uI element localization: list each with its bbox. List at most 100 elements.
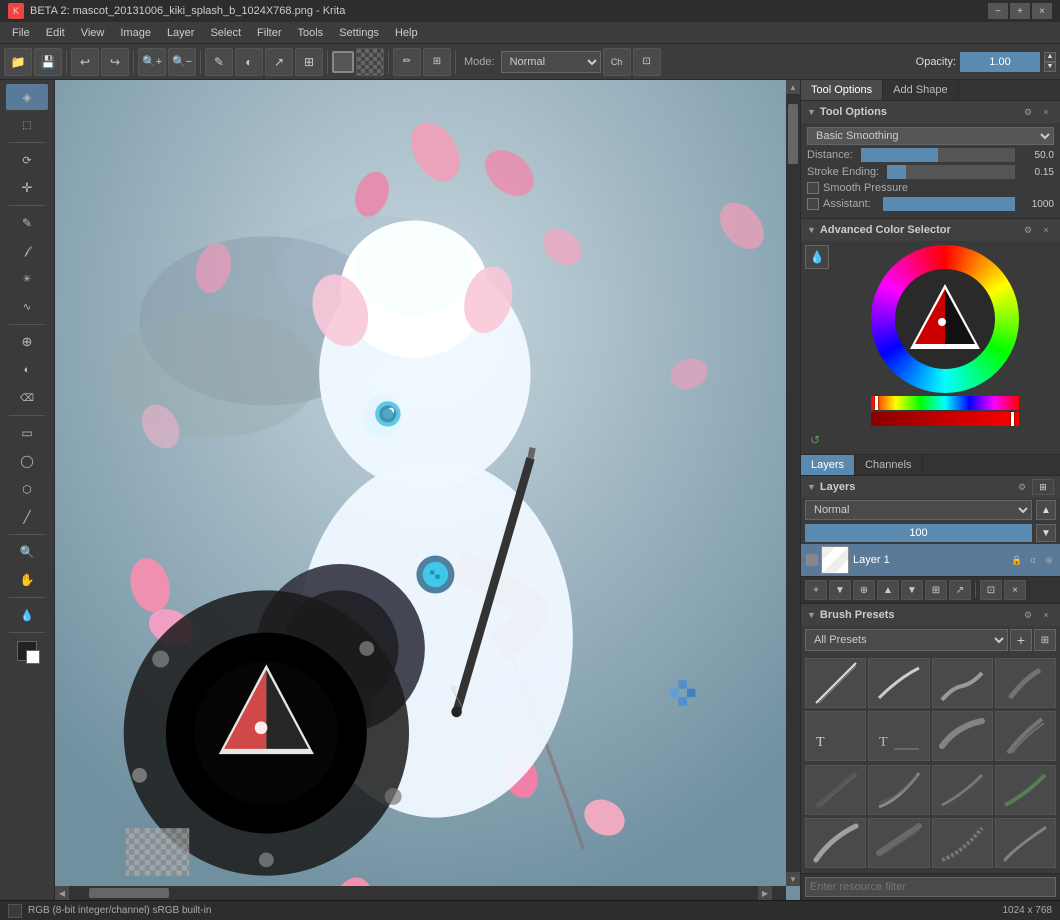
acs-close-btn[interactable]: ×	[1038, 222, 1054, 238]
duplicate-layer-btn[interactable]: ⊕	[853, 580, 875, 600]
assistant-slider[interactable]	[883, 197, 1015, 211]
left-tool-move[interactable]: ✛	[6, 175, 48, 201]
left-tool-rect[interactable]: ▭	[6, 420, 48, 446]
bp-item-15[interactable]	[932, 818, 993, 868]
layer-row[interactable]: Layer 1 🔒 α ⊕	[801, 544, 1060, 576]
tab-layers[interactable]: Layers	[801, 455, 855, 475]
bp-grid-view-btn[interactable]: ⊞	[1034, 629, 1056, 651]
layer-inherit-icon[interactable]: ⊕	[1042, 553, 1056, 567]
acs-refresh-btn[interactable]: ↺	[805, 430, 825, 450]
layers-opacity-btn[interactable]: ▼	[1036, 524, 1056, 542]
minimize-button[interactable]: −	[988, 3, 1008, 19]
opacity-down[interactable]: ▼	[1044, 62, 1056, 72]
bp-item-3[interactable]	[932, 658, 993, 708]
acs-color-wheel[interactable]	[871, 245, 1019, 393]
redo-button[interactable]: ↪	[101, 48, 129, 76]
select-button[interactable]: ↗	[265, 48, 293, 76]
bp-item-4[interactable]	[995, 658, 1056, 708]
left-tool-freehand[interactable]: ✎	[6, 210, 48, 236]
channel-button[interactable]: Ch	[603, 48, 631, 76]
menu-view[interactable]: View	[73, 25, 113, 41]
acs-hue-bar[interactable]	[871, 396, 1019, 410]
mode-dropdown[interactable]: Normal Multiply Screen Overlay	[501, 51, 601, 73]
eraser-button[interactable]: ✏	[393, 48, 421, 76]
layers-opacity-bar[interactable]: 100	[805, 524, 1032, 542]
menu-help[interactable]: Help	[387, 25, 426, 41]
menu-select[interactable]: Select	[202, 25, 249, 41]
left-tool-gradient[interactable]: ◐	[6, 357, 48, 383]
assistant-checkbox[interactable]	[807, 198, 819, 210]
add-layer-dropdown[interactable]: ▼	[829, 580, 851, 600]
bp-search-input[interactable]	[805, 877, 1056, 897]
mirror-button[interactable]: ⊡	[633, 48, 661, 76]
bp-item-9[interactable]	[805, 765, 866, 815]
fill-button[interactable]: ⊞	[295, 48, 323, 76]
bp-item-7[interactable]	[932, 711, 993, 761]
left-tool-polygon[interactable]: ⬡	[6, 476, 48, 502]
menu-tools[interactable]: Tools	[290, 25, 332, 41]
layers-button[interactable]: ⊞	[423, 48, 451, 76]
menu-image[interactable]: Image	[112, 25, 159, 41]
vertical-scrollbar[interactable]: ▲ ▼	[786, 80, 800, 886]
delete-layer-btn[interactable]: ×	[1004, 580, 1026, 600]
layer-lock-icon[interactable]: 🔒	[1010, 553, 1024, 567]
left-tool-pan[interactable]: ✋	[6, 567, 48, 593]
foreground-color[interactable]	[17, 641, 37, 661]
bp-item-5[interactable]: T	[805, 711, 866, 761]
bp-filter-select[interactable]: All Presets Basic Inking Digital Paintin…	[805, 629, 1008, 651]
bp-item-13[interactable]	[805, 818, 866, 868]
bp-item-12[interactable]	[995, 765, 1056, 815]
opacity-input[interactable]	[960, 52, 1040, 72]
merge-layer-btn[interactable]: ↗	[949, 580, 971, 600]
acs-sat-bar[interactable]	[871, 412, 1019, 426]
save-button[interactable]: 💾	[34, 48, 62, 76]
layer-visibility-icon[interactable]	[805, 553, 819, 567]
statusbar-color-swatch[interactable]	[8, 904, 22, 918]
tab-channels[interactable]: Channels	[855, 455, 922, 475]
bp-item-10[interactable]	[868, 765, 929, 815]
left-tool-transform[interactable]: ⟳	[6, 147, 48, 173]
bp-item-2[interactable]	[868, 658, 929, 708]
smoothing-select[interactable]: Basic Smoothing Weighted Smoothing Stabi…	[807, 127, 1054, 145]
pattern-button[interactable]	[356, 48, 384, 76]
layers-opacity-up[interactable]: ▲	[1036, 500, 1056, 520]
close-button[interactable]: ×	[1032, 3, 1052, 19]
zoom-out-button[interactable]: 🔍−	[168, 48, 196, 76]
tool-options-config[interactable]: ⚙	[1020, 104, 1036, 120]
left-tool-contiguous[interactable]: ⬚	[6, 112, 48, 138]
menu-edit[interactable]: Edit	[38, 25, 73, 41]
left-tool-multibrush[interactable]: ✳	[6, 266, 48, 292]
tool-options-close[interactable]: ×	[1038, 104, 1054, 120]
left-tool-line[interactable]: ╱	[6, 504, 48, 530]
move-up-btn[interactable]: ▲	[877, 580, 899, 600]
scroll-thumb-v[interactable]	[788, 104, 798, 164]
zoom-in-button[interactable]: 🔍+	[138, 48, 166, 76]
menu-layer[interactable]: Layer	[159, 25, 203, 41]
scroll-thumb-h[interactable]	[89, 888, 169, 898]
acs-eyedropper-btn[interactable]: 💧	[805, 245, 829, 269]
left-tool-calligraphy[interactable]: 𝒻	[6, 238, 48, 264]
left-tool-zoom[interactable]: 🔍	[6, 539, 48, 565]
scroll-right-arrow[interactable]: ▶	[758, 886, 772, 900]
bp-close-btn[interactable]: ×	[1038, 607, 1054, 623]
bp-item-8[interactable]	[995, 711, 1056, 761]
left-tool-eraser[interactable]: ⌫	[6, 385, 48, 411]
scroll-left-arrow[interactable]: ◀	[55, 886, 69, 900]
bp-config-btn[interactable]: ⚙	[1020, 607, 1036, 623]
opacity-up[interactable]: ▲	[1044, 52, 1056, 62]
open-button[interactable]: 📁	[4, 48, 32, 76]
bp-item-16[interactable]	[995, 818, 1056, 868]
menu-file[interactable]: File	[4, 25, 38, 41]
left-tool-fill[interactable]: ⊕	[6, 329, 48, 355]
layer-alpha-icon[interactable]: α	[1026, 553, 1040, 567]
tool-options-header[interactable]: ▼ Tool Options ⚙ ×	[801, 101, 1060, 123]
left-tool-color-picker[interactable]: 💧	[6, 602, 48, 628]
layers-mode-select[interactable]: Normal Multiply Screen	[805, 500, 1032, 520]
brush-button[interactable]: ✎	[205, 48, 233, 76]
left-tool-ellipse[interactable]: ◯	[6, 448, 48, 474]
distance-slider[interactable]	[861, 148, 1015, 162]
tab-tool-options[interactable]: Tool Options	[801, 80, 883, 100]
layers-grid-btn[interactable]: ⊞	[1032, 479, 1054, 495]
scroll-up-arrow[interactable]: ▲	[786, 80, 800, 94]
menu-settings[interactable]: Settings	[331, 25, 387, 41]
